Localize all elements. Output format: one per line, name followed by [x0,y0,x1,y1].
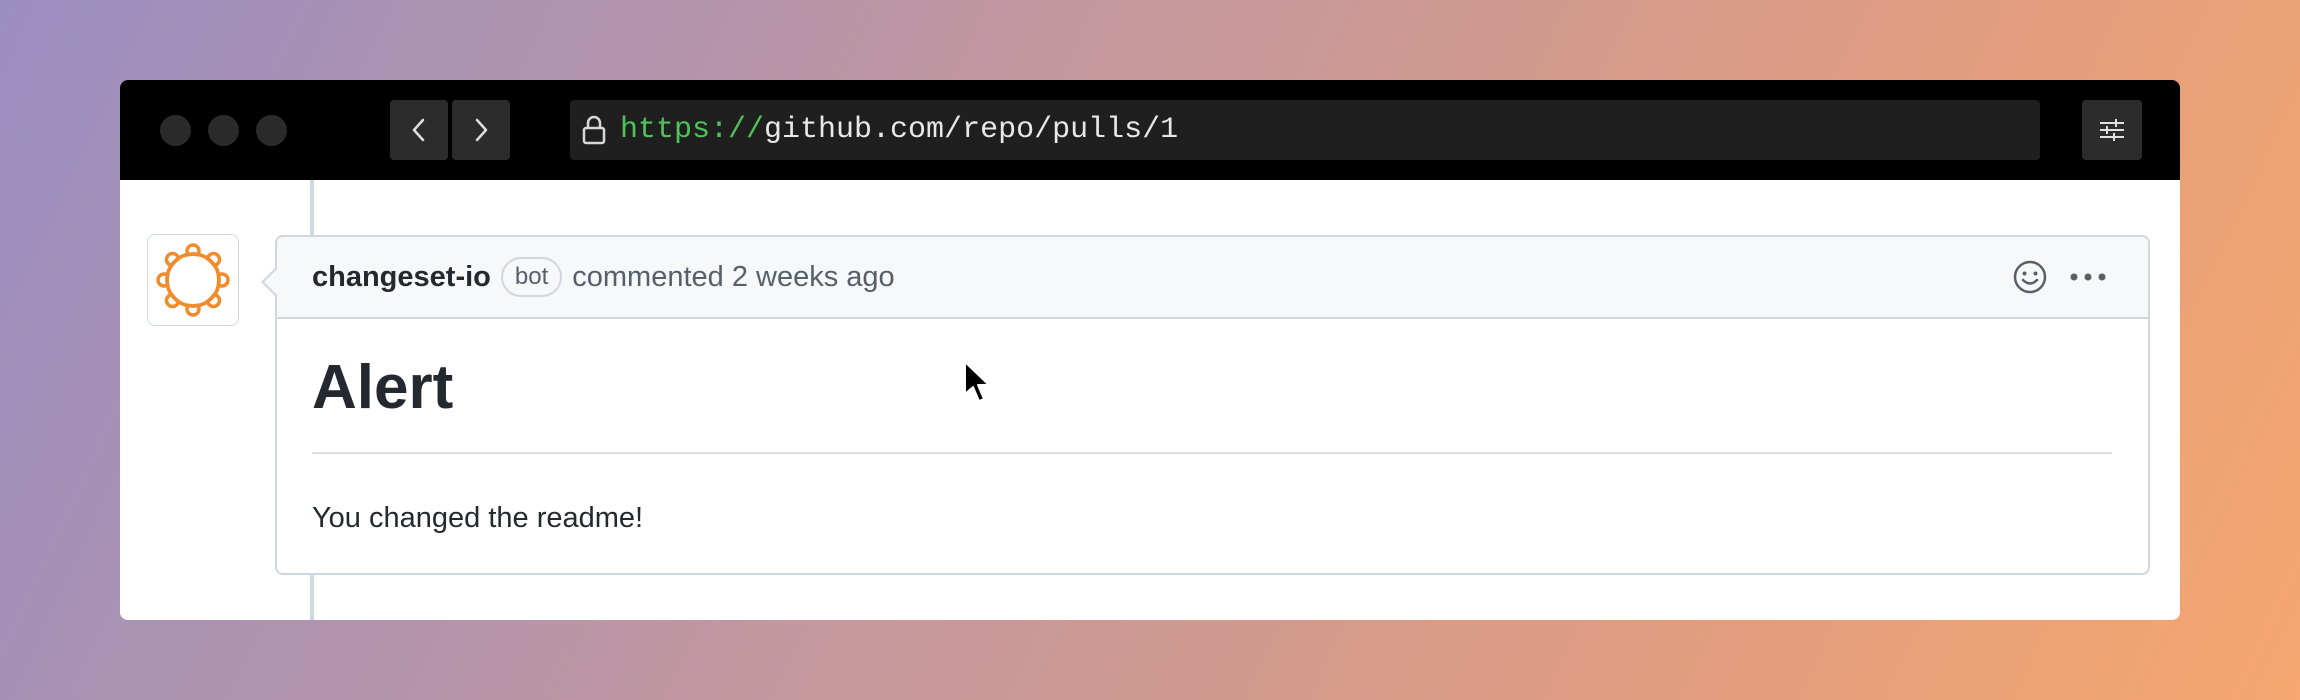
minimize-window-button[interactable] [208,115,239,146]
comment-body: You changed the readme! [312,502,644,534]
url-text: https://github.com/repo/pulls/1 [620,113,1178,147]
changeset-logo-icon [156,243,230,317]
forward-button[interactable] [452,100,510,160]
smiley-icon[interactable] [2012,259,2048,295]
chevron-left-icon [412,118,425,142]
lock-icon [582,115,606,145]
comment-timestamp[interactable]: commented 2 weeks ago [572,261,894,294]
sliders-icon [2100,119,2124,141]
comment-actions [2012,259,2108,295]
url-path: github.com/repo/pulls/1 [764,113,1179,147]
chevron-right-icon [475,118,488,142]
browser-titlebar: https://github.com/repo/pulls/1 [120,80,2180,180]
avatar[interactable] [147,234,239,326]
comment-box: changeset-io bot commented 2 weeks ago A… [261,235,2150,575]
page-content: changeset-io bot commented 2 weeks ago A… [120,180,2180,620]
comment-divider [312,452,2112,454]
address-bar[interactable]: https://github.com/repo/pulls/1 [570,100,2040,160]
mouse-cursor-icon [964,361,990,402]
bot-badge: bot [500,257,563,297]
comment-header: changeset-io bot commented 2 weeks ago [277,237,2148,319]
maximize-window-button[interactable] [256,115,287,146]
settings-button[interactable] [2082,100,2142,160]
browser-window: https://github.com/repo/pulls/1 changese… [120,80,2180,620]
kebab-horizontal-icon[interactable] [2068,271,2108,283]
comment-author[interactable]: changeset-io [312,261,491,294]
comment-title: Alert [312,353,454,422]
close-window-button[interactable] [160,115,191,146]
back-button[interactable] [390,100,448,160]
url-scheme: https:// [620,113,765,147]
comment-arrow-fill [264,268,278,296]
